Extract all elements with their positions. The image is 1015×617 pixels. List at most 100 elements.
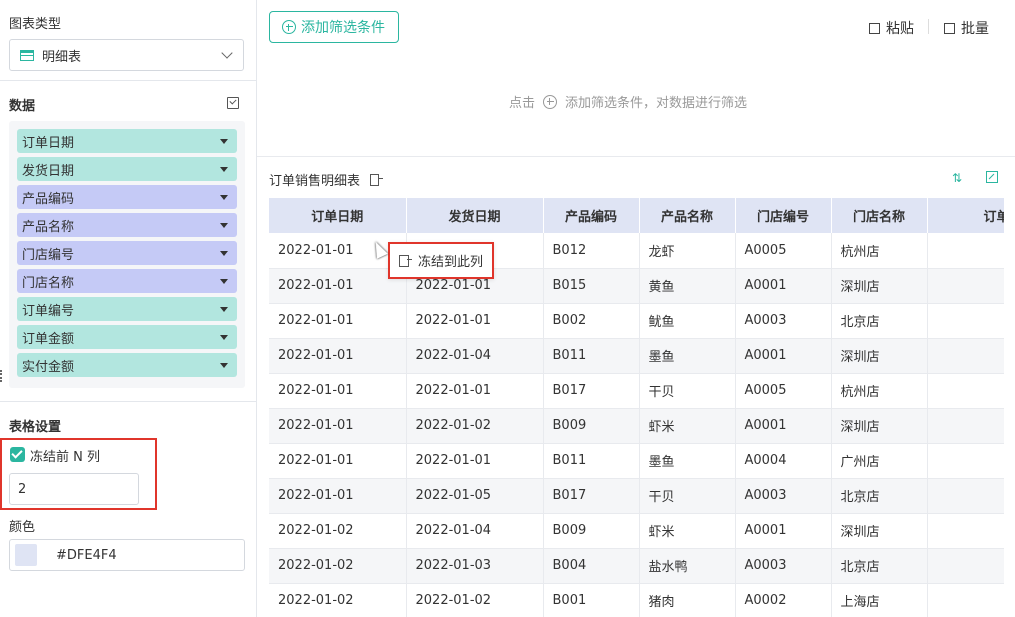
caret-down-icon[interactable]: [220, 195, 228, 200]
field-pill[interactable]: 发货日期: [17, 157, 237, 181]
chart-type-select[interactable]: 明细表: [9, 39, 244, 71]
table-cell[interactable]: 北京店: [831, 548, 928, 584]
table-cell[interactable]: 深圳店: [831, 408, 928, 444]
table-cell[interactable]: 虾米: [639, 513, 736, 549]
expand-icon[interactable]: [986, 171, 998, 183]
table-cell[interactable]: 鱿鱼: [639, 303, 736, 339]
table-cell[interactable]: A0003: [735, 303, 832, 339]
table-cell[interactable]: B004: [543, 548, 640, 584]
table-cell[interactable]: 北京店: [831, 478, 928, 514]
caret-down-icon[interactable]: [220, 223, 228, 228]
field-pill[interactable]: 门店名称: [17, 269, 237, 293]
table-cell[interactable]: 2022-01-01: [269, 338, 407, 374]
table-cell[interactable]: B017: [543, 373, 640, 409]
table-cell[interactable]: 黄鱼: [639, 268, 736, 304]
table-cell[interactable]: A0001: [735, 408, 832, 444]
table-cell[interactable]: A0005: [735, 233, 832, 269]
table-cell[interactable]: 10,130,: [927, 513, 1004, 549]
table-cell[interactable]: 2022-01-01: [269, 373, 407, 409]
freeze-count-input[interactable]: 2: [9, 473, 139, 505]
table-cell[interactable]: 2022-01-01: [269, 303, 407, 339]
table-cell[interactable]: 龙虾: [639, 233, 736, 269]
table-cell[interactable]: A0001: [735, 268, 832, 304]
table-cell[interactable]: A0001: [735, 338, 832, 374]
column-header[interactable]: 产品编码: [543, 198, 640, 233]
table-cell[interactable]: 10,130,: [927, 303, 1004, 339]
column-header[interactable]: 产品名称: [639, 198, 736, 233]
color-field[interactable]: #DFE4F4: [9, 539, 245, 571]
table-cell[interactable]: 2022-01-01: [269, 443, 407, 479]
table-cell[interactable]: 杭州店: [831, 373, 928, 409]
caret-down-icon[interactable]: [220, 307, 228, 312]
table-cell[interactable]: 深圳店: [831, 513, 928, 549]
table-cell[interactable]: A0001: [735, 513, 832, 549]
field-pill[interactable]: 订单编号: [17, 297, 237, 321]
table-cell[interactable]: B017: [543, 478, 640, 514]
table-cell[interactable]: 广州店: [831, 443, 928, 479]
table-cell[interactable]: A0005: [735, 373, 832, 409]
caret-down-icon[interactable]: [220, 139, 228, 144]
table-cell[interactable]: 2022-01-01: [406, 373, 544, 409]
table-cell[interactable]: 2022-01-04: [406, 513, 544, 549]
table-cell[interactable]: 2022-01-02: [269, 548, 407, 584]
field-pill[interactable]: 门店编号: [17, 241, 237, 265]
table-cell[interactable]: 盐水鸭: [639, 548, 736, 584]
field-pill[interactable]: 产品名称: [17, 213, 237, 237]
column-header[interactable]: 门店名称: [831, 198, 928, 233]
freeze-columns-checkbox[interactable]: [10, 447, 25, 462]
paste-button[interactable]: 粘贴: [869, 18, 914, 38]
table-cell[interactable]: 2022-01-01: [269, 478, 407, 514]
table-cell[interactable]: 10,130,: [927, 268, 1004, 304]
table-cell[interactable]: 2022-01-01: [269, 408, 407, 444]
edit-fields-icon[interactable]: [227, 97, 239, 109]
column-header[interactable]: 门店编号: [735, 198, 832, 233]
table-cell[interactable]: B012: [543, 233, 640, 269]
table-cell[interactable]: A0003: [735, 548, 832, 584]
caret-down-icon[interactable]: [220, 251, 228, 256]
table-cell[interactable]: 10,130,: [927, 583, 1004, 617]
table-cell[interactable]: 2022-01-02: [406, 408, 544, 444]
color-swatch[interactable]: [15, 544, 37, 566]
table-cell[interactable]: B011: [543, 443, 640, 479]
table-cell[interactable]: 上海店: [831, 583, 928, 617]
caret-down-icon[interactable]: [220, 167, 228, 172]
table-cell[interactable]: 10,130,: [927, 373, 1004, 409]
table-cell[interactable]: B009: [543, 513, 640, 549]
field-pill[interactable]: 订单金额: [17, 325, 237, 349]
table-cell[interactable]: B001: [543, 583, 640, 617]
table-cell[interactable]: 10,130,: [927, 408, 1004, 444]
field-pill[interactable]: 订单日期: [17, 129, 237, 153]
field-pill[interactable]: 产品编码: [17, 185, 237, 209]
batch-button[interactable]: 批量: [944, 18, 989, 38]
table-cell[interactable]: 干贝: [639, 373, 736, 409]
table-cell[interactable]: 2022-01-02: [406, 583, 544, 617]
table-cell[interactable]: 2022-01-02: [269, 583, 407, 617]
table-cell[interactable]: 2022-01-02: [269, 513, 407, 549]
add-filter-button[interactable]: 添加筛选条件: [269, 11, 399, 43]
sort-icon[interactable]: ⇅: [952, 171, 962, 185]
column-header[interactable]: 订单编: [927, 198, 1004, 233]
table-cell[interactable]: 虾米: [639, 408, 736, 444]
table-cell[interactable]: 杭州店: [831, 233, 928, 269]
column-header[interactable]: 发货日期: [406, 198, 544, 233]
table-cell[interactable]: B002: [543, 303, 640, 339]
table-cell[interactable]: 干贝: [639, 478, 736, 514]
table-cell[interactable]: B009: [543, 408, 640, 444]
table-cell[interactable]: 10,130,: [927, 443, 1004, 479]
table-cell[interactable]: 10,130,: [927, 233, 1004, 269]
table-cell[interactable]: 墨鱼: [639, 338, 736, 374]
freeze-column-icon[interactable]: [370, 173, 384, 186]
table-cell[interactable]: 2022-01-04: [406, 338, 544, 374]
table-cell[interactable]: 10,130,: [927, 548, 1004, 584]
table-cell[interactable]: A0004: [735, 443, 832, 479]
caret-down-icon[interactable]: [220, 335, 228, 340]
table-cell[interactable]: 墨鱼: [639, 443, 736, 479]
table-cell[interactable]: 2022-01-01: [406, 443, 544, 479]
table-cell[interactable]: 猪肉: [639, 583, 736, 617]
caret-down-icon[interactable]: [220, 363, 228, 368]
column-header[interactable]: 订单日期: [269, 198, 407, 233]
table-cell[interactable]: 北京店: [831, 303, 928, 339]
table-cell[interactable]: 深圳店: [831, 268, 928, 304]
table-cell[interactable]: B015: [543, 268, 640, 304]
table-cell[interactable]: 10,130,: [927, 338, 1004, 374]
